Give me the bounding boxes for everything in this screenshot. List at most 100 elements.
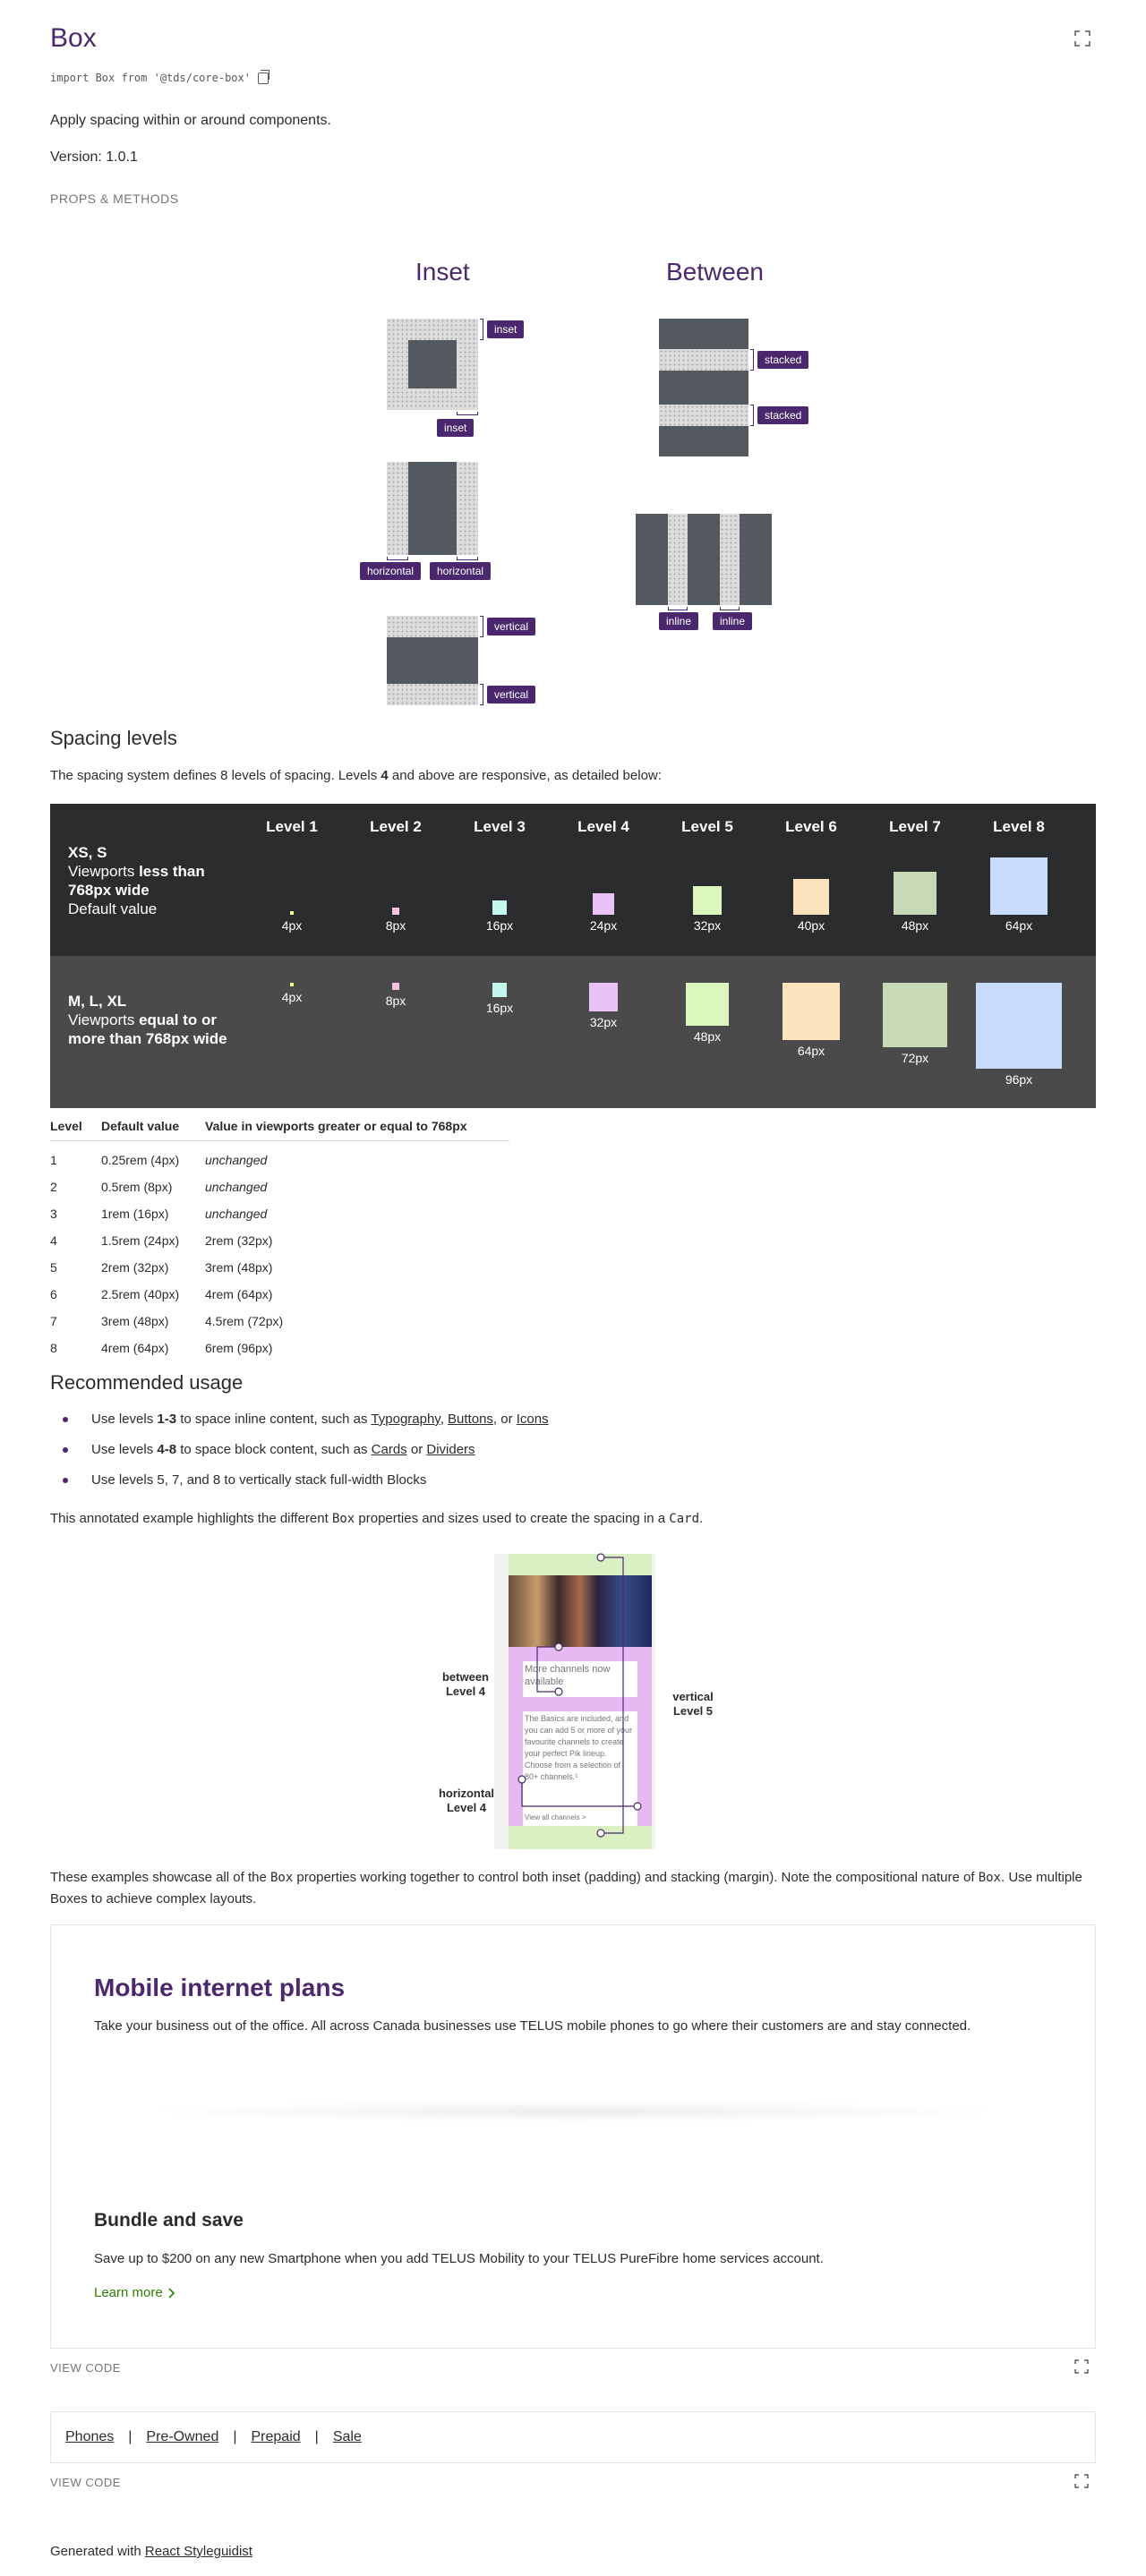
table-cell: 6rem (96px) <box>205 1340 273 1355</box>
horizontal-tag-right: horizontal <box>430 562 492 580</box>
dividers-link[interactable]: Dividers <box>426 1442 475 1457</box>
table-cell: 2.5rem (40px) <box>101 1286 180 1301</box>
small-viewport-label: XS, S Viewports less than 768px wide Def… <box>68 844 205 917</box>
table-header-level: Level <box>50 1119 101 1141</box>
spacing-levels-heading: Spacing levels <box>50 727 177 749</box>
annotation-intro: This annotated example highlights the di… <box>50 1511 704 1526</box>
stacked-box-3 <box>659 426 748 456</box>
prepaid-link[interactable]: Prepaid <box>252 2429 301 2445</box>
level-size-label: 16px <box>485 1001 514 1015</box>
large-viewport-label: M, L, XL Viewports equal to or more than… <box>68 993 227 1047</box>
annotated-card-example: More channels now available The Basics a… <box>50 1545 1096 1849</box>
level-size-label: 32px <box>589 1015 618 1029</box>
level-swatch <box>693 886 722 915</box>
table-row: 5 2rem (32px) 3rem (48px) <box>50 1254 509 1281</box>
level-header: Level 6 <box>785 818 837 835</box>
level-swatch <box>589 983 618 1011</box>
pre-owned-link[interactable]: Pre-Owned <box>146 2429 218 2445</box>
bundle-heading: Bundle and save <box>94 2210 244 2231</box>
inline-box-1 <box>636 514 668 605</box>
stacked-box-1 <box>659 319 748 349</box>
table-cell: 2rem (32px) <box>205 1233 273 1248</box>
level-swatch <box>290 983 294 986</box>
cards-link[interactable]: Cards <box>372 1442 407 1457</box>
styleguidist-link[interactable]: React Styleguidist <box>145 2544 252 2559</box>
level-swatch <box>492 983 507 997</box>
horizontal-tag-left: horizontal <box>360 562 422 580</box>
vertical-tag-top: vertical <box>487 618 536 635</box>
table-cell: 1 <box>50 1152 57 1167</box>
level-size-label: 32px <box>693 918 722 933</box>
level-header: Level 7 <box>889 818 941 835</box>
horizontal-level-label: horizontal Level 4 <box>438 1787 495 1814</box>
large-viewport-row: M, L, XL Viewports equal to or more than… <box>50 956 1096 1108</box>
props-methods-link[interactable]: PROPS & METHODS <box>50 192 179 206</box>
table-cell: unchanged <box>205 1152 268 1167</box>
list-item: Use levels 5, 7, and 8 to vertically sta… <box>50 1471 549 1502</box>
level-size-label: 8px <box>385 994 406 1008</box>
stacked-tag-2: stacked <box>757 406 809 424</box>
table-cell: unchanged <box>205 1179 268 1194</box>
spacing-levels-panel: XS, S Viewports less than 768px wide Def… <box>50 804 1096 1108</box>
table-cell: 2 <box>50 1179 57 1194</box>
expand-icon[interactable] <box>1074 2474 1089 2488</box>
level-size-label: 72px <box>901 1051 929 1065</box>
inset-tag-bottom: inset <box>437 419 475 437</box>
table-cell: 1.5rem (24px) <box>101 1233 180 1248</box>
table-row: 1 0.25rem (4px) unchanged <box>50 1141 509 1173</box>
page-title: Box <box>50 23 97 53</box>
icons-link[interactable]: Icons <box>517 1412 549 1427</box>
spacing-levels-intro: The spacing system defines 8 levels of s… <box>50 768 662 783</box>
sale-link[interactable]: Sale <box>333 2429 362 2445</box>
table-cell: 3 <box>50 1206 57 1221</box>
level-size-label: 4px <box>281 918 303 933</box>
copy-icon[interactable] <box>257 69 269 84</box>
level-header: Level 5 <box>681 818 733 835</box>
level-swatch <box>883 983 947 1047</box>
level-swatch <box>990 857 1048 915</box>
level-swatch <box>392 908 399 915</box>
stacked-tag-1: stacked <box>757 351 809 369</box>
table-cell: 5 <box>50 1259 57 1275</box>
example-preview-1: Mobile internet plans Take your business… <box>50 1924 1096 2349</box>
level-size-label: 64px <box>797 1044 825 1058</box>
typography-link[interactable]: Typography <box>371 1412 440 1427</box>
table-row: 4 1.5rem (24px) 2rem (32px) <box>50 1227 509 1254</box>
table-row: 3 1rem (16px) unchanged <box>50 1200 509 1227</box>
level-size-label: 16px <box>485 918 514 933</box>
level-swatch <box>392 983 399 990</box>
showcase-description: These examples showcase all of the Box p… <box>50 1870 1082 1906</box>
table-cell: 0.5rem (8px) <box>101 1179 173 1194</box>
view-code-button-1[interactable]: VIEW CODE <box>50 2361 121 2375</box>
vertical-tag-bottom: vertical <box>487 686 536 704</box>
level-size-label: 8px <box>385 918 406 933</box>
table-cell: 8 <box>50 1340 57 1355</box>
fullscreen-icon[interactable] <box>1074 30 1090 47</box>
level-size-label: 96px <box>1005 1072 1033 1087</box>
learn-more-link[interactable]: Learn more <box>94 2285 175 2300</box>
view-code-button-2[interactable]: VIEW CODE <box>50 2476 121 2489</box>
level-header: Level 3 <box>474 818 526 835</box>
level-header: Level 4 <box>577 818 629 835</box>
table-row: 6 2.5rem (40px) 4rem (64px) <box>50 1281 509 1308</box>
spacing-levels-table: Level Default value Value in viewports g… <box>50 1119 509 1361</box>
level-header: Level 1 <box>266 818 318 835</box>
table-cell: 4rem (64px) <box>101 1340 169 1355</box>
expand-icon[interactable] <box>1074 2359 1089 2374</box>
table-cell: 0.25rem (4px) <box>101 1152 180 1167</box>
table-cell: 4rem (64px) <box>205 1286 273 1301</box>
small-viewport-row: XS, S Viewports less than 768px wide Def… <box>50 804 1096 956</box>
example-divider <box>141 2101 1007 2122</box>
footer: Generated with React Styleguidist <box>50 2544 252 2559</box>
recommended-usage-list: Use levels 1-3 to space inline content, … <box>50 1411 549 1502</box>
stacked-box-2 <box>659 371 748 405</box>
import-code: import Box from '@tds/core-box' <box>50 72 251 84</box>
level-size-label: 24px <box>589 918 618 933</box>
phones-link[interactable]: Phones <box>65 2429 114 2445</box>
buttons-link[interactable]: Buttons <box>448 1412 493 1427</box>
inline-tag-2: inline <box>713 612 753 630</box>
vertical-level-label: vertical Level 5 <box>672 1690 714 1718</box>
table-cell: 1rem (16px) <box>101 1206 169 1221</box>
table-cell: 4.5rem (72px) <box>205 1313 284 1328</box>
level-size-label: 48px <box>693 1029 722 1044</box>
